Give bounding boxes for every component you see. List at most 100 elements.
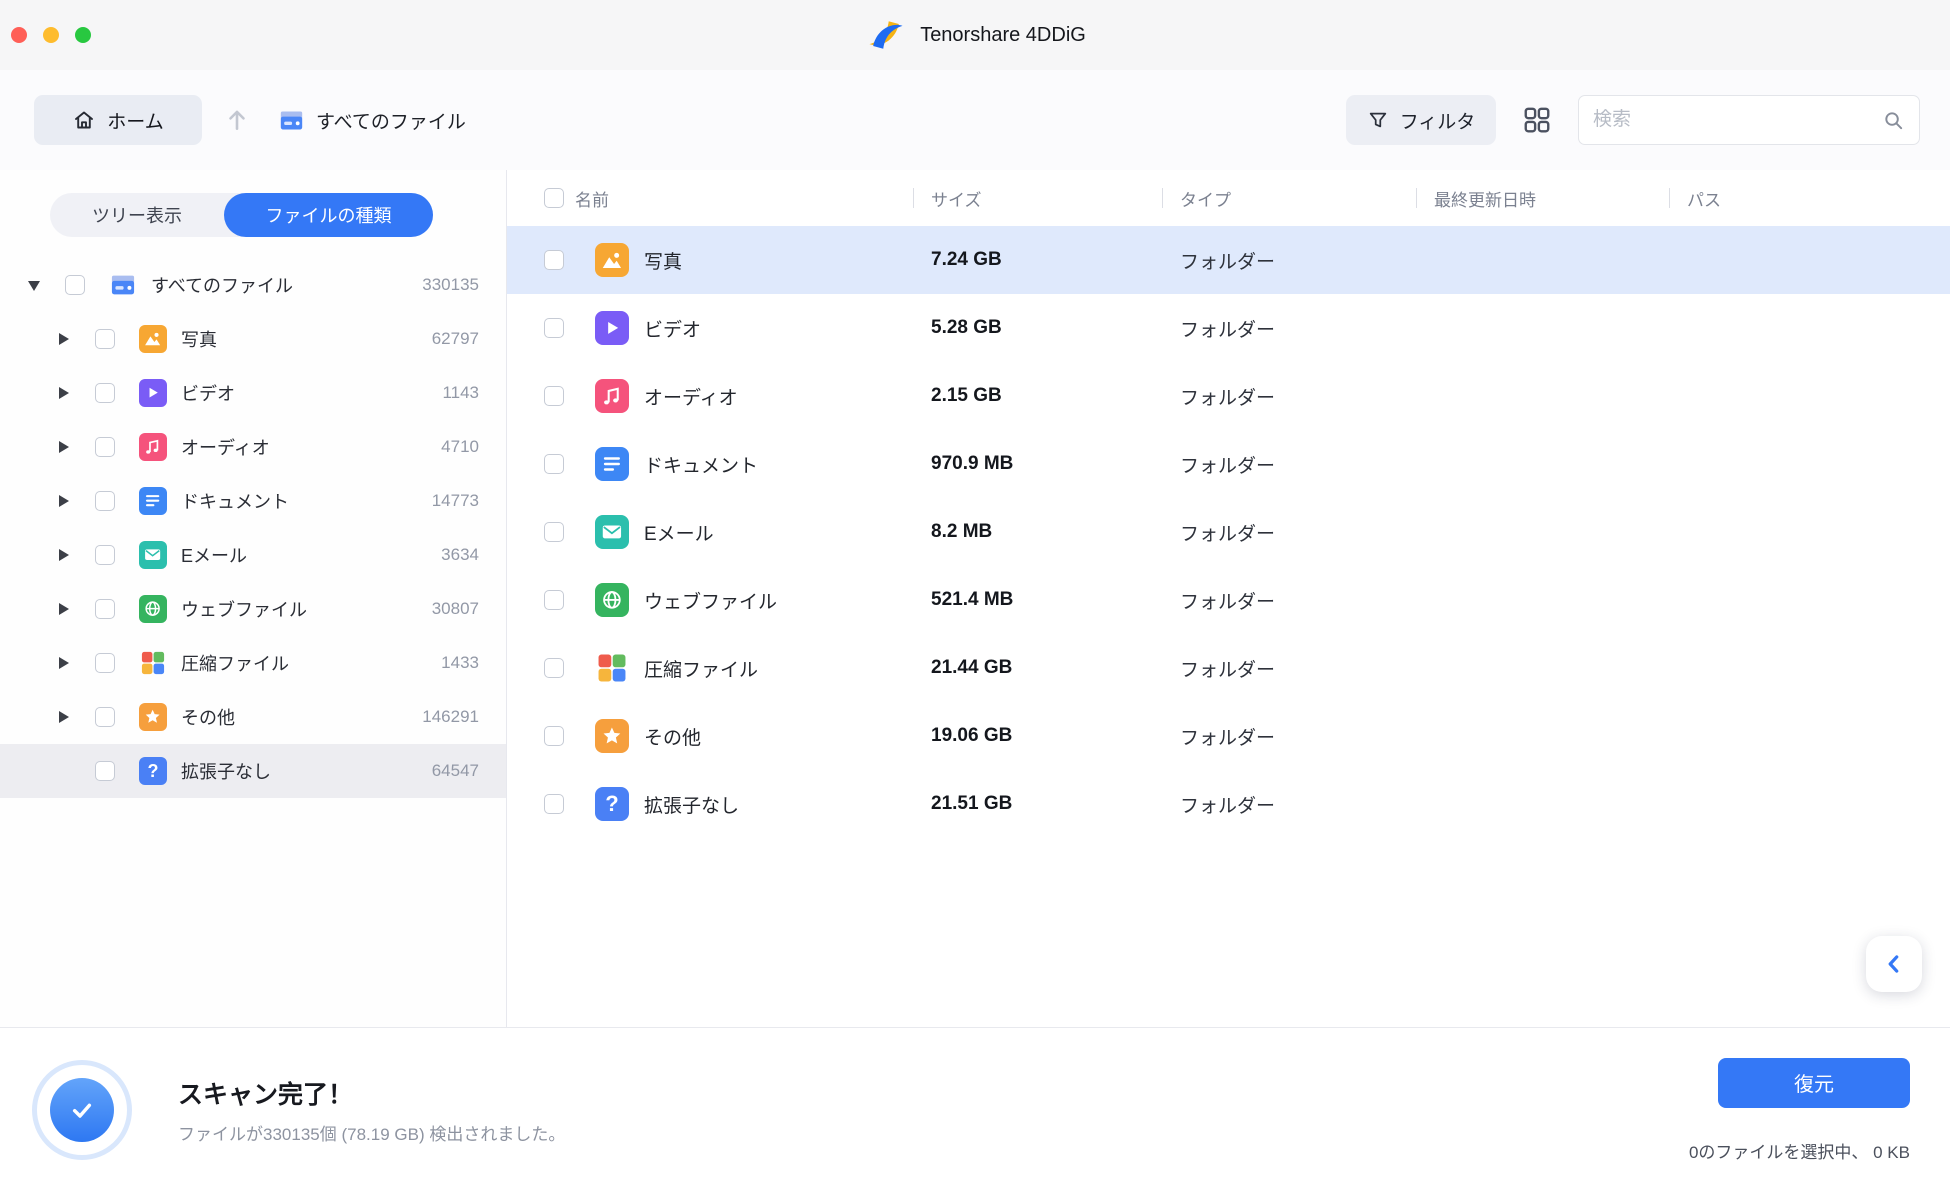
- toolbar: ホーム すべてのファイル フィルタ: [0, 70, 1950, 170]
- column-header-size[interactable]: サイズ: [931, 186, 1180, 211]
- row-checkbox[interactable]: [544, 250, 564, 270]
- file-table: 名前 サイズ タイプ 最終更新日時 パス 写真7.24 GBフォルダービデオ5.…: [507, 170, 1950, 1027]
- sidebar-item-checkbox[interactable]: [65, 275, 85, 295]
- sidebar-item-web[interactable]: ウェブファイル 30807: [0, 582, 506, 636]
- row-checkbox[interactable]: [544, 318, 564, 338]
- web-icon: [139, 595, 167, 623]
- column-header-type[interactable]: タイプ: [1180, 186, 1434, 211]
- sidebar-item-unknown[interactable]: ?拡張子なし64547: [0, 744, 506, 798]
- file-type: フォルダー: [1180, 655, 1434, 682]
- column-header-name[interactable]: 名前: [575, 186, 931, 211]
- sidebar-item-photo[interactable]: 写真62797: [0, 312, 506, 366]
- sidebar: ツリー表示 ファイルの種類 すべてのファイル330135写真62797ビデオ11…: [0, 170, 507, 1027]
- sidebar-item-checkbox[interactable]: [95, 707, 115, 727]
- home-button[interactable]: ホーム: [34, 95, 202, 145]
- tab-tree-view[interactable]: ツリー表示: [50, 193, 224, 237]
- disclosure-caret-icon[interactable]: [57, 439, 73, 455]
- row-checkbox[interactable]: [544, 658, 564, 678]
- sidebar-item-label: 圧縮ファイル: [181, 650, 289, 676]
- table-row[interactable]: Eメール8.2 MBフォルダー: [507, 498, 1950, 566]
- tab-file-types[interactable]: ファイルの種類: [224, 193, 433, 237]
- sidebar-item-label: すべてのファイル: [151, 272, 293, 298]
- disclosure-caret-icon[interactable]: [57, 385, 73, 401]
- minimize-window-button[interactable]: [43, 27, 59, 43]
- grid-view-button[interactable]: [1520, 103, 1554, 137]
- scan-status-title: スキャン完了！: [178, 1075, 565, 1111]
- scan-status-detail: ファイルが330135個 (78.19 GB) 検出されました。: [178, 1120, 565, 1145]
- row-checkbox[interactable]: [544, 590, 564, 610]
- disclosure-caret-icon[interactable]: [57, 601, 73, 617]
- disclosure-caret-icon[interactable]: [57, 547, 73, 563]
- unknown-icon: ?: [595, 787, 629, 821]
- sidebar-item-checkbox[interactable]: [95, 761, 115, 781]
- filter-button[interactable]: フィルタ: [1346, 95, 1496, 145]
- select-all-checkbox[interactable]: [544, 188, 564, 208]
- file-type: フォルダー: [1180, 315, 1434, 342]
- search-input[interactable]: [1593, 109, 1882, 131]
- photo-icon: [139, 325, 167, 353]
- other-icon: [139, 703, 167, 731]
- row-checkbox[interactable]: [544, 386, 564, 406]
- file-size: 2.15 GB: [931, 385, 1180, 407]
- traffic-lights: [11, 27, 91, 43]
- sidebar-item-count: 1143: [442, 383, 479, 403]
- table-row[interactable]: ドキュメント970.9 MBフォルダー: [507, 430, 1950, 498]
- grid-icon: [1522, 105, 1552, 135]
- sidebar-item-checkbox[interactable]: [95, 383, 115, 403]
- sidebar-item-document[interactable]: ドキュメント14773: [0, 474, 506, 528]
- file-size: 19.06 GB: [931, 725, 1180, 747]
- disclosure-caret-icon[interactable]: [57, 331, 73, 347]
- selection-status: 0のファイルを選択中、 0 KB: [1689, 1138, 1910, 1163]
- close-window-button[interactable]: [11, 27, 27, 43]
- column-header-modified[interactable]: 最終更新日時: [1434, 186, 1687, 211]
- row-checkbox[interactable]: [544, 522, 564, 542]
- disclosure-caret-icon[interactable]: [27, 277, 43, 293]
- table-row[interactable]: オーディオ2.15 GBフォルダー: [507, 362, 1950, 430]
- document-icon: [595, 447, 629, 481]
- recover-button[interactable]: 復元: [1718, 1058, 1910, 1108]
- sidebar-item-drive[interactable]: すべてのファイル330135: [0, 258, 506, 312]
- sidebar-item-checkbox[interactable]: [95, 599, 115, 619]
- sidebar-item-other[interactable]: その他146291: [0, 690, 506, 744]
- disclosure-caret-icon[interactable]: [57, 709, 73, 725]
- table-row[interactable]: その他19.06 GBフォルダー: [507, 702, 1950, 770]
- table-row[interactable]: 写真7.24 GBフォルダー: [507, 226, 1950, 294]
- row-checkbox[interactable]: [544, 794, 564, 814]
- zoom-window-button[interactable]: [75, 27, 91, 43]
- disclosure-caret-icon[interactable]: [57, 655, 73, 671]
- video-icon: [595, 311, 629, 345]
- table-row[interactable]: ビデオ5.28 GBフォルダー: [507, 294, 1950, 362]
- table-row[interactable]: ?拡張子なし21.51 GBフォルダー: [507, 770, 1950, 838]
- file-size: 970.9 MB: [931, 453, 1180, 475]
- sidebar-item-video[interactable]: ビデオ1143: [0, 366, 506, 420]
- disclosure-caret-icon[interactable]: [57, 493, 73, 509]
- sidebar-item-checkbox[interactable]: [95, 437, 115, 457]
- sidebar-item-count: 14773: [432, 491, 479, 511]
- sidebar-item-count: 4710: [441, 437, 479, 457]
- file-size: 8.2 MB: [931, 521, 1180, 543]
- up-arrow-icon[interactable]: [222, 105, 252, 135]
- sidebar-item-checkbox[interactable]: [95, 329, 115, 349]
- search-icon: [1882, 109, 1905, 132]
- sidebar-item-count: 30807: [432, 599, 479, 619]
- file-size: 21.44 GB: [931, 657, 1180, 679]
- video-icon: [139, 379, 167, 407]
- table-row[interactable]: 圧縮ファイル 21.44 GBフォルダー: [507, 634, 1950, 702]
- sidebar-item-checkbox[interactable]: [95, 653, 115, 673]
- sidebar-item-email[interactable]: Eメール3634: [0, 528, 506, 582]
- row-checkbox[interactable]: [544, 726, 564, 746]
- row-checkbox[interactable]: [544, 454, 564, 474]
- sidebar-item-label: ウェブファイル: [181, 596, 307, 622]
- sidebar-item-audio[interactable]: オーディオ4710: [0, 420, 506, 474]
- file-name: 圧縮ファイル: [644, 655, 758, 682]
- file-type: フォルダー: [1180, 247, 1434, 274]
- column-header-path[interactable]: パス: [1687, 186, 1950, 211]
- table-row[interactable]: ウェブファイル521.4 MBフォルダー: [507, 566, 1950, 634]
- window-title: Tenorshare 4DDiG: [920, 24, 1086, 47]
- audio-icon: [139, 433, 167, 461]
- sidebar-item-archive[interactable]: 圧縮ファイル1433: [0, 636, 506, 690]
- collapse-panel-button[interactable]: [1866, 936, 1922, 992]
- sidebar-item-checkbox[interactable]: [95, 491, 115, 511]
- file-type: フォルダー: [1180, 587, 1434, 614]
- sidebar-item-checkbox[interactable]: [95, 545, 115, 565]
